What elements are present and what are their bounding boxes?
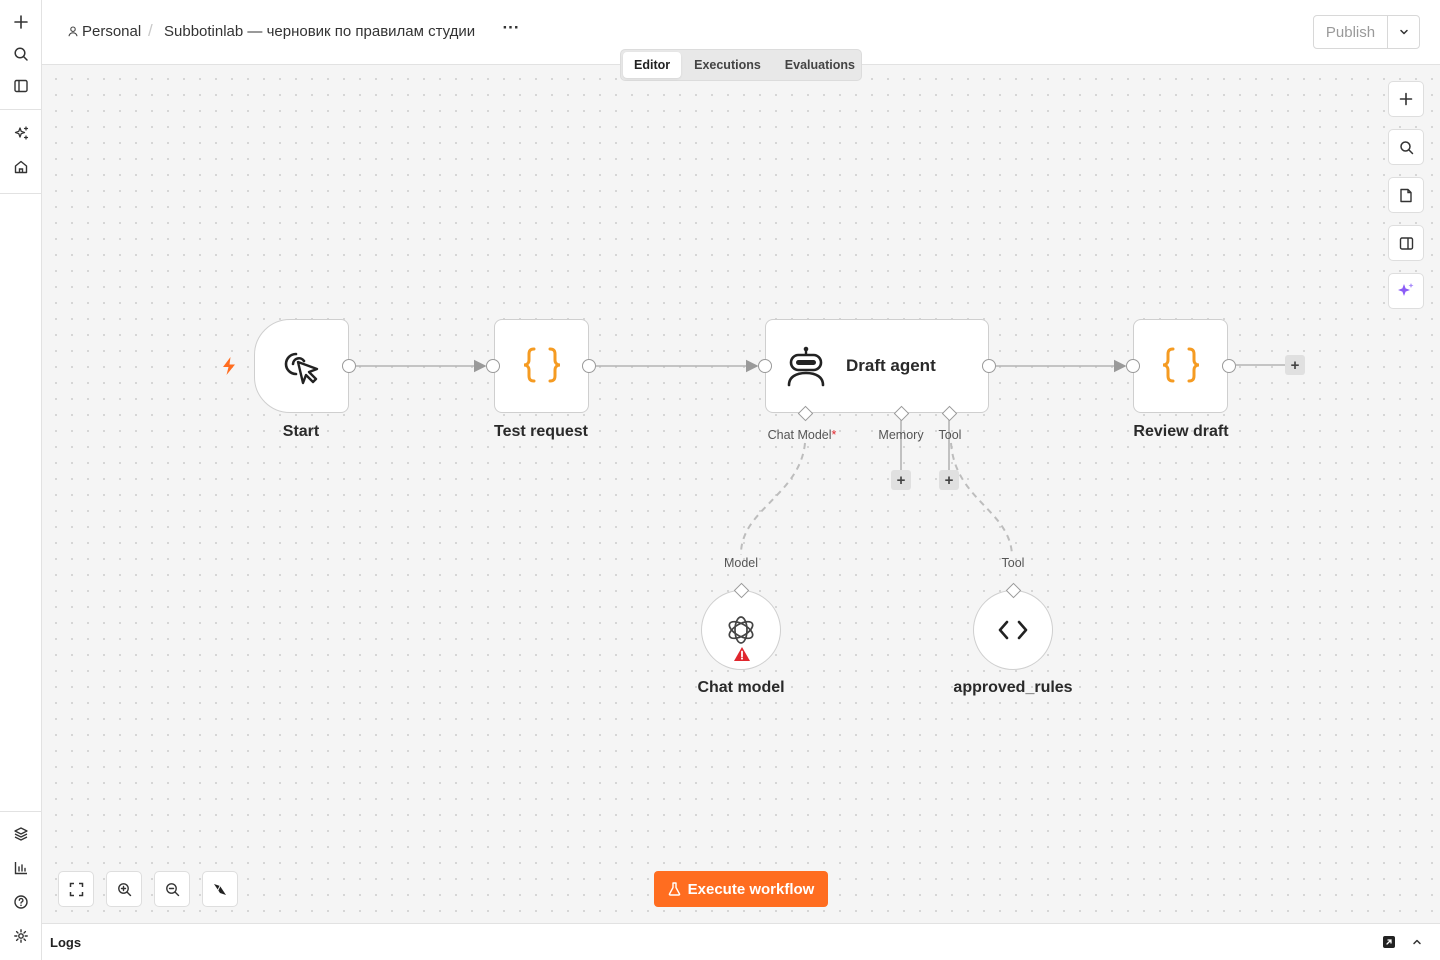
broom-icon	[214, 884, 226, 895]
node-review-draft[interactable]	[1133, 319, 1228, 413]
zoom-in-button[interactable]	[106, 871, 142, 907]
zoom-in-icon	[117, 882, 131, 896]
cursor-click-icon	[284, 352, 318, 385]
port-tool-in-label: Tool	[1001, 556, 1025, 570]
port-model-label: Model	[723, 556, 759, 570]
workflow-name: Subbotinlab — черновик по правилам студи…	[164, 23, 476, 40]
add-tool-button[interactable]: +	[939, 470, 959, 490]
sidebar-divider	[0, 811, 41, 812]
node-review-draft-output-handle[interactable]	[1222, 359, 1236, 373]
node-start[interactable]	[254, 319, 349, 413]
node-draft-agent-input-handle[interactable]	[758, 359, 772, 373]
help-icon[interactable]	[9, 890, 33, 914]
workflow-title[interactable]: Subbotinlab — черновик по правилам студи…	[164, 23, 475, 40]
search-icon[interactable]	[9, 42, 33, 66]
add-next-node-button[interactable]: +	[1285, 355, 1305, 375]
ai-assistant-button[interactable]	[1388, 273, 1424, 309]
node-draft-agent[interactable]: Draft agent	[765, 319, 989, 413]
publish-dropdown-button[interactable]	[1388, 16, 1419, 48]
node-review-draft-input-handle[interactable]	[1126, 359, 1140, 373]
ai-sparkle-icon	[1398, 283, 1414, 296]
layers-icon[interactable]	[9, 822, 33, 846]
project-name: Personal	[82, 23, 142, 40]
node-review-draft-label: Review draft	[1133, 423, 1229, 440]
node-draft-agent-output-handle[interactable]	[982, 359, 996, 373]
node-chat-model[interactable]	[701, 590, 781, 670]
tab-executions[interactable]: Executions	[683, 52, 772, 78]
gear-icon[interactable]	[9, 924, 33, 948]
execute-workflow-label: Execute workflow	[687, 880, 815, 898]
node-start-output-handle[interactable]	[342, 359, 356, 373]
node-test-request-output-handle[interactable]	[582, 359, 596, 373]
node-start-label: Start	[282, 423, 320, 440]
home-icon[interactable]	[9, 155, 33, 179]
node-test-request[interactable]	[494, 319, 589, 413]
breadcrumb-separator: /	[148, 21, 153, 40]
workflow-canvas[interactable]	[42, 65, 1440, 923]
pop-out-icon[interactable]	[1382, 935, 1398, 951]
logs-title: Logs	[50, 935, 82, 950]
toggle-panel-button[interactable]	[1388, 225, 1424, 261]
flask-icon	[668, 882, 680, 896]
sidebar-divider	[0, 109, 41, 110]
plus-icon	[1399, 92, 1413, 106]
braces-icon	[1162, 347, 1199, 383]
openai-icon	[728, 616, 754, 644]
port-chat-model-label: Chat Model*	[767, 428, 837, 442]
panel-icon[interactable]	[9, 74, 33, 98]
add-memory-button[interactable]: +	[891, 470, 911, 490]
port-memory-label: Memory	[878, 428, 924, 442]
node-draft-agent-label: Draft agent	[846, 356, 936, 375]
tidy-up-button[interactable]	[202, 871, 238, 907]
node-approved-rules-label: approved_rules	[953, 679, 1073, 696]
logs-panel[interactable]: Logs	[42, 923, 1440, 960]
braces-icon	[523, 347, 560, 383]
execute-workflow-button[interactable]: Execute workflow	[654, 871, 828, 907]
publish-button[interactable]: Publish	[1314, 16, 1388, 48]
note-icon	[1400, 188, 1412, 202]
node-test-request-label: Test request	[494, 423, 588, 440]
tab-evaluations[interactable]: Evaluations	[774, 52, 866, 78]
port-tool-label: Tool	[938, 428, 962, 442]
search-nodes-button[interactable]	[1388, 129, 1424, 165]
zoom-out-icon	[165, 882, 179, 896]
chevron-down-icon	[1399, 29, 1408, 35]
bar-chart-icon[interactable]	[9, 856, 33, 880]
search-icon	[1399, 140, 1413, 154]
robot-icon	[787, 346, 825, 387]
zoom-out-button[interactable]	[154, 871, 190, 907]
node-chat-model-label: Chat model	[697, 679, 785, 696]
publish-group: Publish	[1313, 15, 1420, 49]
code-icon	[998, 620, 1028, 640]
sparkles-icon[interactable]	[9, 121, 33, 145]
fit-view-button[interactable]	[58, 871, 94, 907]
more-options-button[interactable]: ···	[500, 18, 522, 42]
left-sidebar	[0, 0, 42, 960]
sticky-note-button[interactable]	[1388, 177, 1424, 213]
tab-editor[interactable]: Editor	[623, 52, 682, 78]
plus-icon[interactable]	[9, 10, 33, 34]
trigger-bolt-icon	[220, 356, 238, 376]
add-node-button[interactable]	[1388, 81, 1424, 117]
sidebar-divider	[0, 193, 41, 194]
fullscreen-icon	[69, 882, 83, 896]
warning-icon[interactable]	[733, 646, 751, 667]
view-tabs: Editor Executions Evaluations	[620, 49, 862, 81]
node-test-request-input-handle[interactable]	[486, 359, 500, 373]
panel-right-icon	[1399, 236, 1413, 250]
chevron-up-icon[interactable]	[1411, 935, 1427, 951]
user-icon	[68, 26, 78, 37]
node-approved-rules[interactable]	[973, 590, 1053, 670]
breadcrumb-project[interactable]: Personal	[68, 23, 141, 40]
